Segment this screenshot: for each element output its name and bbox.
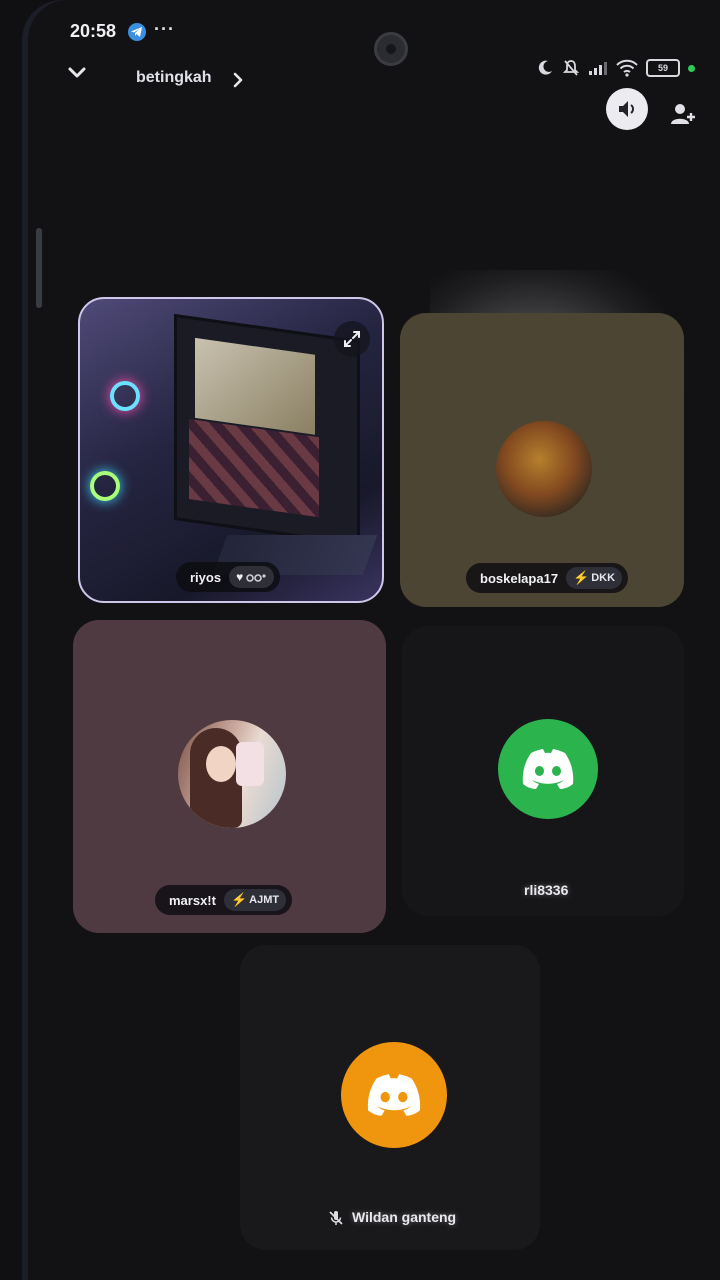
speaker-icon	[619, 101, 634, 117]
bolt-icon: ⚡	[230, 892, 248, 907]
fullscreen-button[interactable]	[334, 321, 370, 357]
avatar	[341, 1042, 447, 1148]
avatar	[496, 421, 592, 517]
invite-button[interactable]	[668, 100, 698, 130]
server-tag: ⚡ AJMT	[223, 889, 287, 911]
status-time: 20:58	[70, 21, 117, 41]
stream-content	[189, 419, 319, 518]
expand-icon	[344, 331, 360, 347]
name-pill-marsxit: marsx!t ⚡ AJMT	[155, 885, 293, 915]
more-notifications-icon: ···	[154, 19, 175, 39]
server-tag-label: AJMT	[249, 894, 280, 906]
participant-tile-wildan-ganteng[interactable]: Wildan ganteng	[240, 945, 540, 1250]
participant-name-row: Wildan ganteng	[328, 1209, 456, 1226]
chevron-right-icon	[233, 72, 243, 88]
discord-logo-icon	[367, 1074, 421, 1116]
participant-name: riyos	[190, 569, 222, 585]
privacy-dot	[688, 64, 695, 72]
name-pill-boskelapa17: boskelapa17 ⚡ DKK	[466, 563, 629, 593]
participant-tile-boskelapa17[interactable]: boskelapa17 ⚡ DKK	[400, 313, 684, 607]
collapse-button[interactable]	[64, 60, 92, 88]
mic-muted-icon	[329, 1211, 343, 1226]
server-tag: ⚡ DKK	[566, 567, 623, 589]
status-icons: 59	[536, 56, 695, 80]
moon-icon	[538, 60, 552, 75]
add-user-icon	[671, 104, 695, 124]
participant-name: rli8336	[524, 882, 569, 898]
battery-icon: 59	[646, 59, 680, 77]
front-camera	[374, 32, 408, 66]
telegram-icon	[128, 23, 146, 41]
chevron-down-icon	[68, 67, 86, 78]
badge-icon	[246, 574, 266, 582]
rgb-fan	[90, 471, 120, 501]
participant-tile-rli8336[interactable]: rli8336	[402, 626, 684, 916]
avatar	[178, 720, 286, 828]
stream-screen	[195, 337, 315, 435]
channel-details-button[interactable]	[232, 70, 246, 90]
rgb-fan	[110, 381, 140, 411]
participant-name: Wildan ganteng	[352, 1209, 457, 1225]
avatar	[498, 719, 598, 819]
discord-logo-icon	[522, 749, 574, 789]
participant-name: boskelapa17	[480, 570, 559, 586]
side-scroll-handle	[36, 228, 42, 308]
name-pill-riyos: riyos ♥	[176, 562, 281, 592]
signal-icon	[589, 62, 607, 75]
stream-preview	[174, 313, 360, 547]
heart-icon: ♥	[236, 570, 244, 584]
bolt-icon: ⚡	[573, 570, 590, 585]
audio-output-button[interactable]	[606, 88, 648, 130]
participant-tile-marsxit[interactable]: marsx!t ⚡ AJMT	[73, 620, 386, 933]
bell-off-icon	[562, 60, 580, 76]
server-tag-label: DKK	[591, 572, 616, 584]
status-tag: ♥	[229, 566, 275, 588]
participant-name: marsx!t	[169, 892, 216, 908]
wifi-icon	[616, 59, 638, 77]
voice-channel-name[interactable]: betingkah	[136, 69, 212, 87]
status-bar: 20:58 ··· 59	[0, 0, 720, 77]
participant-tile-riyos[interactable]: riyos ♥	[78, 297, 384, 603]
